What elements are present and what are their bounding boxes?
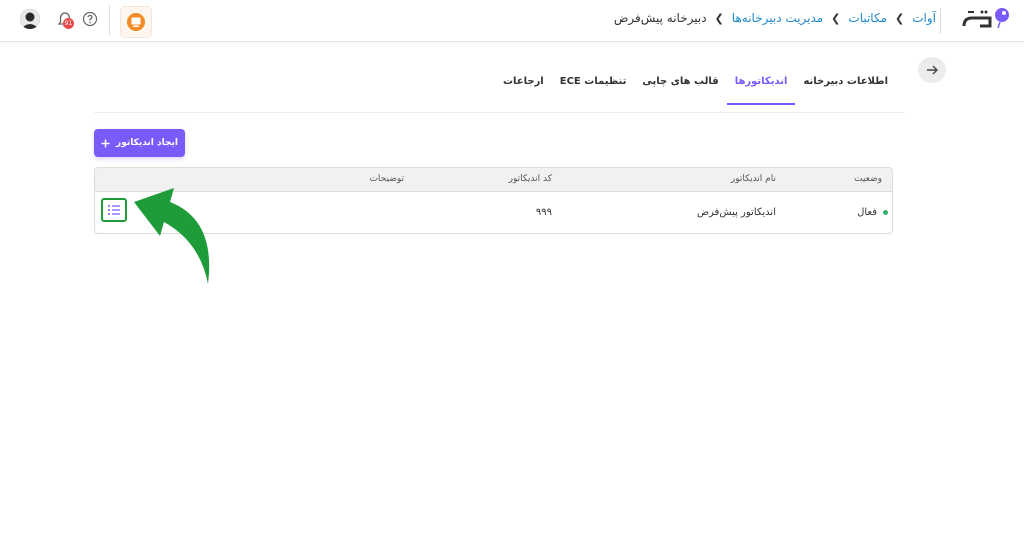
tab-secretariat-info[interactable]: اطلاعات دبیرخانه — [795, 70, 896, 105]
app-launcher-button[interactable] — [120, 6, 152, 38]
arrow-right-icon — [927, 65, 938, 75]
breadcrumb-item-secretariat-management[interactable]: مدیریت دبیرخانه‌ها — [732, 11, 823, 25]
status-text: فعال — [857, 207, 877, 218]
tab-ece-settings[interactable]: تنظیمات ECE — [552, 70, 635, 105]
breadcrumb-item-correspondence[interactable]: مکاتبات — [848, 11, 887, 25]
secretariat-tabs: اطلاعات دبیرخانه اندیکاتورها قالب های چا… — [495, 70, 896, 105]
indicator-name-cell: اندیکاتور پیش‌فرض — [696, 207, 776, 218]
table-header: وضعیت نام اندیکاتور کد اندیکاتور توضیحات — [95, 168, 892, 192]
app-launcher-icon — [127, 13, 145, 31]
chevron-left-icon: ❯ — [895, 11, 905, 25]
breadcrumb-current: دبیرخانه پیش‌فرض — [613, 11, 707, 25]
indicator-code-cell: ۹۹۹ — [535, 207, 552, 218]
top-bar: آوات ❯ مکاتبات ❯ مدیریت دبیرخانه‌ها ❯ دب… — [0, 0, 1024, 42]
row-actions-menu-button[interactable] — [101, 198, 127, 222]
tabs-divider — [94, 112, 905, 113]
column-header-name: نام اندیکاتور — [730, 174, 776, 184]
list-menu-icon — [108, 205, 120, 215]
status-dot — [883, 209, 888, 215]
breadcrumb-item-awat[interactable]: آوات — [912, 11, 936, 25]
tab-print-templates[interactable]: قالب های چاپی — [634, 70, 726, 105]
breadcrumb: آوات ❯ مکاتبات ❯ مدیریت دبیرخانه‌ها ❯ دب… — [614, 11, 936, 25]
table-row[interactable]: فعال اندیکاتور پیش‌فرض ۹۹۹ — [95, 192, 892, 233]
create-indicator-label: ایجاد اندیکاتور — [116, 138, 178, 148]
tab-indicators[interactable]: اندیکاتورها — [726, 70, 796, 105]
user-avatar-icon — [20, 9, 40, 29]
plus-icon — [101, 139, 110, 147]
user-avatar[interactable] — [20, 9, 40, 29]
indicators-table: وضعیت نام اندیکاتور کد اندیکاتور توضیحات… — [94, 167, 893, 234]
tab-referrals[interactable]: ارجاعات — [495, 70, 552, 105]
awat-logo[interactable] — [960, 6, 1010, 34]
chevron-left-icon: ❯ — [714, 11, 724, 25]
header-divider — [109, 5, 110, 36]
chevron-left-icon: ❯ — [831, 11, 841, 25]
notification-badge: 91 — [63, 18, 74, 29]
logo-divider — [940, 8, 941, 34]
column-header-status: وضعیت — [854, 174, 882, 184]
column-header-code: کد اندیکاتور — [508, 174, 552, 184]
back-button[interactable] — [918, 57, 946, 83]
column-header-description: توضیحات — [369, 174, 404, 184]
create-indicator-button[interactable]: ایجاد اندیکاتور — [94, 129, 185, 157]
question-circle-icon[interactable] — [82, 11, 98, 27]
status-cell: فعال — [857, 207, 888, 218]
